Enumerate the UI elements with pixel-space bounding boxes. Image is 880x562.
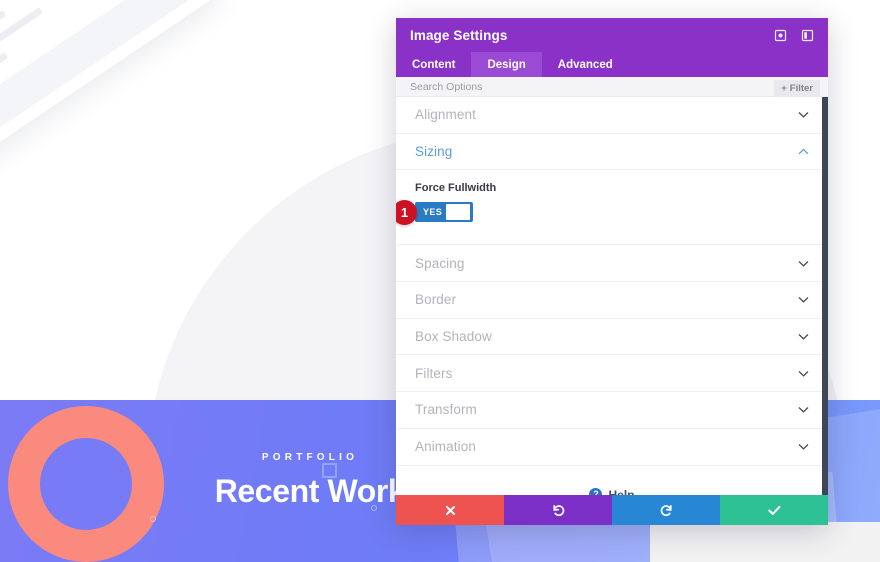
modal-scrollbar[interactable] [822,97,828,495]
section-border[interactable]: Border [396,282,828,319]
chevron-up-icon [798,148,809,155]
search-options-row: Search Options + Filter [396,77,828,97]
modal-tab-bar: Content Design Advanced [396,52,828,77]
chevron-down-icon [798,112,809,119]
scrollbar-thumb[interactable] [822,97,828,495]
section-label: Alignment [415,107,476,123]
page-bottom-strip [650,522,880,562]
section-label: Spacing [415,255,465,271]
section-label: Sizing [415,144,453,160]
redo-button[interactable] [612,495,720,525]
section-box-shadow[interactable]: Box Shadow [396,318,828,356]
hero-dot-accent [150,516,156,522]
help-label: Help [608,487,635,496]
section-filters[interactable]: Filters [396,355,828,393]
image-settings-modal: Image Settings Content Design Advanced S… [396,18,828,525]
undo-button[interactable] [504,495,612,525]
section-animation[interactable]: Animation [396,428,828,466]
chevron-down-icon [798,370,809,377]
modal-header-icons [774,29,814,42]
section-alignment[interactable]: Alignment [396,97,828,134]
section-transform[interactable]: Transform [396,392,828,429]
step-badge-1: 1 [396,200,417,226]
force-fullwidth-toggle[interactable]: YES [415,202,473,223]
chevron-down-icon [798,334,809,340]
chevron-down-icon [798,297,809,304]
section-label: Filters [415,365,453,381]
filter-button-label: Filter [789,83,813,94]
mockup-footer-band [0,0,201,145]
help-icon: ? [589,488,603,495]
section-label: Transform [415,402,477,418]
help-row[interactable]: ? Help [396,465,828,496]
section-sizing[interactable]: Sizing [396,133,828,171]
screen: PORTFOLIO Recent Work Image Settings Con… [0,0,880,562]
chevron-down-icon [798,444,809,450]
modal-header: Image Settings [396,18,828,52]
tab-design[interactable]: Design [471,52,542,77]
fullscreen-icon[interactable] [774,29,787,42]
section-label: Border [415,292,457,308]
chevron-down-icon [798,407,809,414]
save-button[interactable] [720,495,828,525]
modal-body: Alignment Sizing Force Fullwidth YES 1 S… [396,97,828,495]
decorative-card-mockup [0,0,219,163]
toggle-knob [445,203,471,222]
toggle-value-label: YES [423,207,443,218]
tab-advanced[interactable]: Advanced [542,52,629,77]
cancel-button[interactable] [396,495,504,525]
layout-panel-icon[interactable] [801,29,814,42]
force-fullwidth-label: Force Fullwidth [415,182,497,195]
tab-content[interactable]: Content [396,52,471,77]
search-input[interactable]: Search Options [410,81,814,93]
modal-action-bar [396,495,828,525]
section-label: Animation [415,439,476,455]
chevron-down-icon [798,260,809,267]
modal-title: Image Settings [410,27,508,43]
section-spacing[interactable]: Spacing [396,245,828,283]
plus-icon: + [781,83,787,94]
filter-button[interactable]: + Filter [774,80,820,97]
section-label: Box Shadow [415,329,492,345]
sizing-panel: Force Fullwidth YES 1 [396,170,828,246]
